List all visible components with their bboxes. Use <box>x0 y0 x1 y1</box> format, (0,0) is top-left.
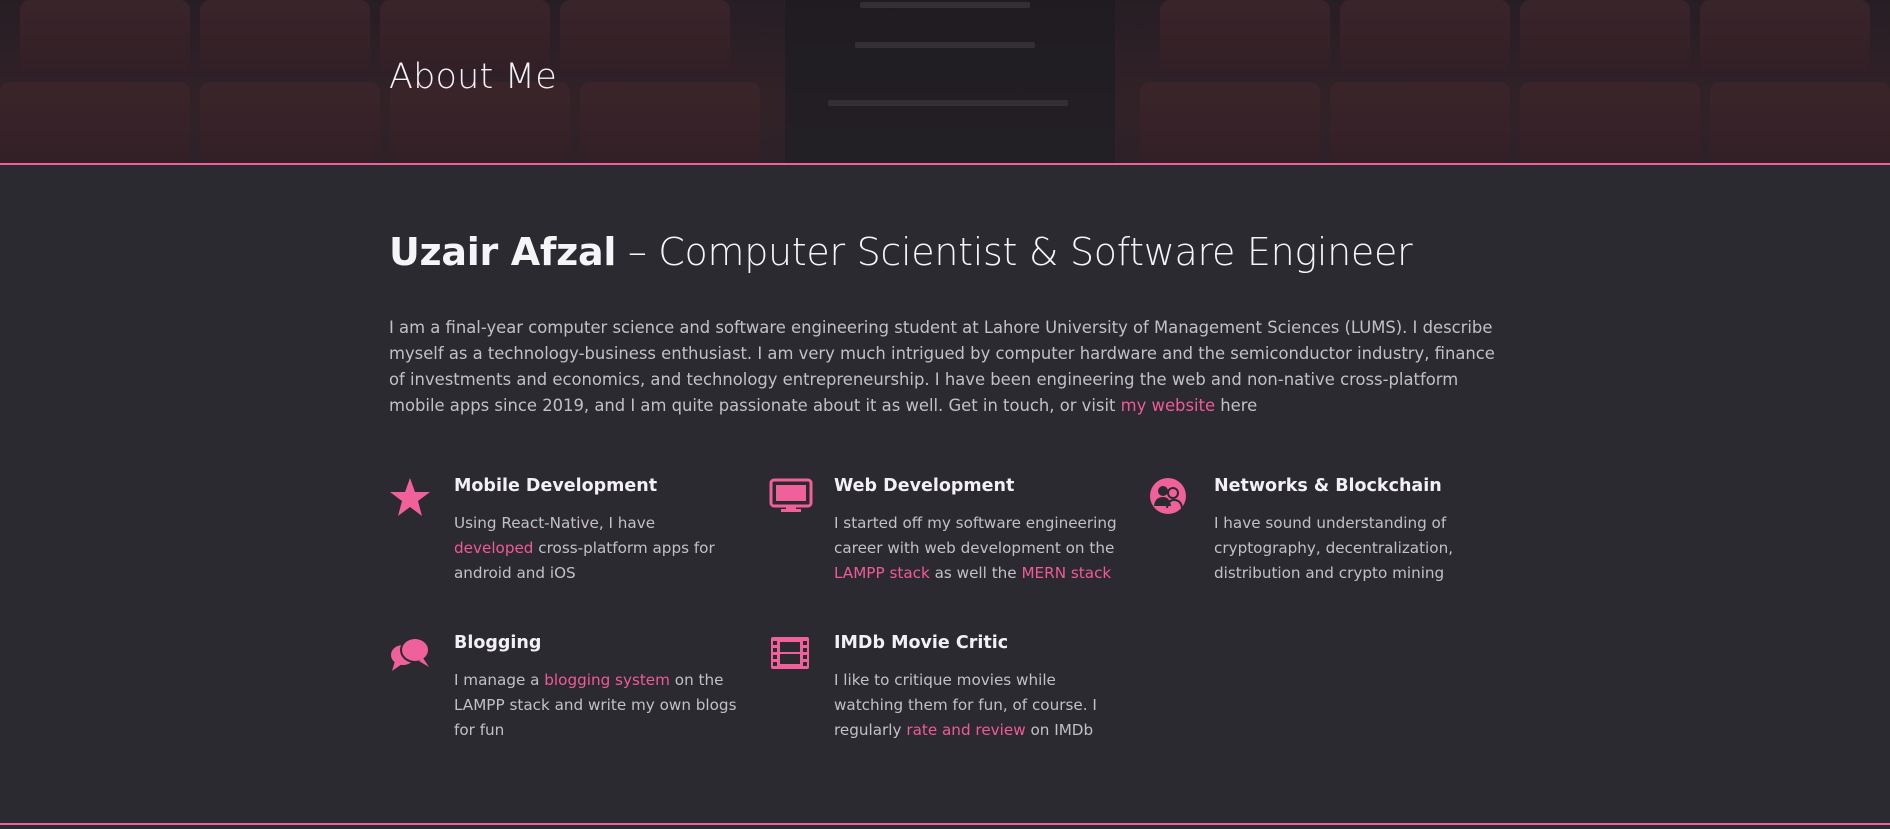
feature-title: Networks & Blockchain <box>1214 476 1442 496</box>
mern-stack-link[interactable]: MERN stack <box>1021 564 1111 582</box>
feature-description: I have sound understanding of cryptograp… <box>1214 514 1454 582</box>
feature-description: I manage a blogging system on the LAMPP … <box>454 671 737 739</box>
hero-banner: About Me <box>0 0 1890 163</box>
website-link[interactable]: my website <box>1121 396 1215 415</box>
feature-title: IMDb Movie Critic <box>834 633 1009 653</box>
feature-mobile-development: Mobile Development Using React-Native, I… <box>389 476 729 586</box>
feature-description: I like to critique movies while watching… <box>834 671 1097 739</box>
feature-networks-blockchain: Networks & Blockchain I have sound under… <box>1149 476 1489 586</box>
feature-title: Mobile Development <box>454 476 658 496</box>
feature-title: Blogging <box>454 633 542 653</box>
blogging-system-link[interactable]: blogging system <box>544 671 670 689</box>
users-circle-icon <box>1150 478 1186 514</box>
feature-web-development: Web Development I started off my softwar… <box>769 476 1117 586</box>
intro-trailing-text: here <box>1215 396 1258 415</box>
feature-imdb-critic: IMDb Movie Critic I like to critique mov… <box>769 633 1109 743</box>
intro-text: I am a final-year computer science and s… <box>389 318 1495 415</box>
profile-role: – Computer Scientist & Software Engineer <box>616 230 1413 274</box>
top-divider <box>0 163 1890 165</box>
profile-headline: Uzair Afzal – Computer Scientist & Softw… <box>389 230 1413 274</box>
chat-bubbles-icon <box>391 637 430 671</box>
feature-description: I started off my software engineering ca… <box>834 514 1117 582</box>
film-icon <box>771 637 809 669</box>
feature-blogging: Blogging I manage a blogging system on t… <box>389 633 737 743</box>
feature-description: Using React-Native, I have developed cro… <box>454 514 715 582</box>
monitor-icon <box>769 478 813 512</box>
developed-link[interactable]: developed <box>454 539 533 557</box>
page-title: About Me <box>389 57 557 97</box>
star-icon <box>390 478 430 516</box>
intro-paragraph: I am a final-year computer science and s… <box>389 315 1509 419</box>
profile-name: Uzair Afzal <box>389 230 617 274</box>
feature-title: Web Development <box>834 476 1015 496</box>
lampp-stack-link[interactable]: LAMPP stack <box>834 564 930 582</box>
bottom-divider <box>0 823 1890 825</box>
rate-and-review-link[interactable]: rate and review <box>906 721 1025 739</box>
